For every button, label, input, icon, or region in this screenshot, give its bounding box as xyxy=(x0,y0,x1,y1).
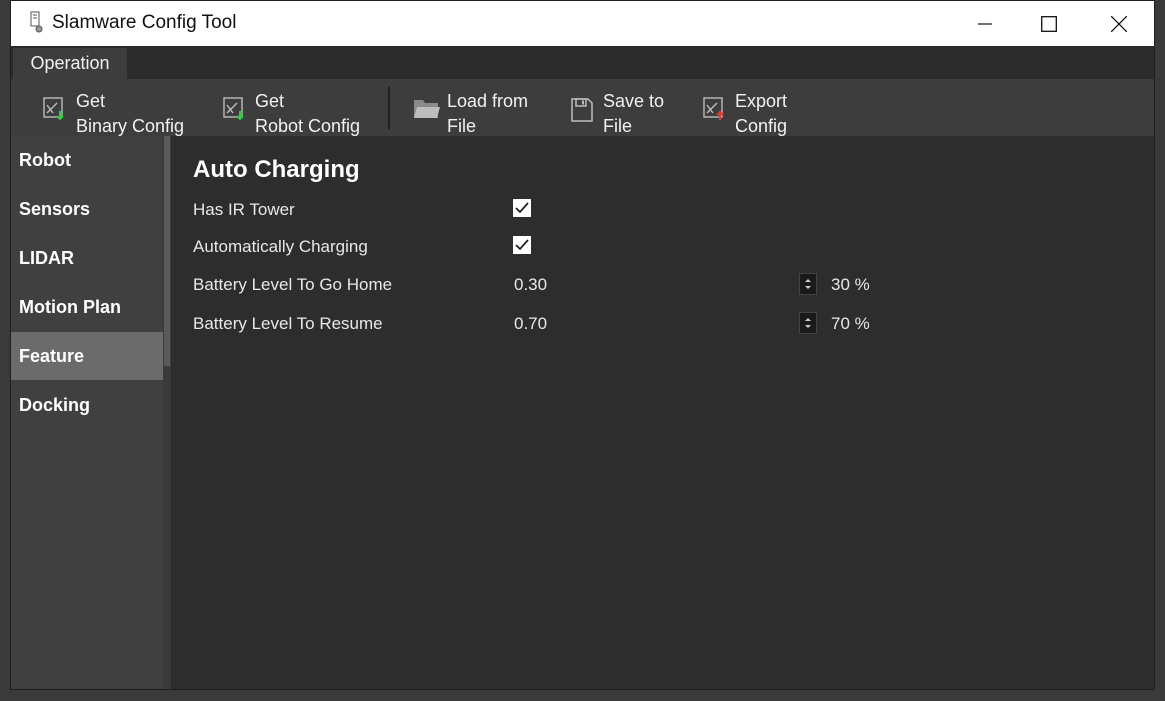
export-config-button[interactable]: Export Config xyxy=(701,79,821,136)
resume-label: Battery Level To Resume xyxy=(193,314,383,333)
resume-value[interactable]: 0.70 xyxy=(514,314,547,334)
sidebar: Robot Sensors LIDAR Motion Plan Feature … xyxy=(11,136,171,689)
toolbar-label: Load from File xyxy=(447,91,529,136)
auto-charging-label: Automatically Charging xyxy=(193,237,368,256)
minimize-button[interactable] xyxy=(962,1,1008,46)
get-binary-config-button[interactable]: Get Binary Config xyxy=(41,79,201,136)
spinner-arrows-icon xyxy=(805,279,811,289)
go-home-spinner[interactable] xyxy=(799,273,817,295)
toolbar-label: Export Config xyxy=(735,91,788,136)
resume-spinner[interactable] xyxy=(799,312,817,334)
has-ir-tower-label: Has IR Tower xyxy=(193,200,295,219)
save-to-file-button[interactable]: Save to File xyxy=(569,79,689,136)
go-home-percent: 30 % xyxy=(831,275,870,294)
section-title: Auto Charging xyxy=(193,156,360,183)
sidebar-scrollbar[interactable] xyxy=(163,136,171,689)
toolbar-separator xyxy=(388,87,390,129)
auto-charging-checkbox[interactable] xyxy=(513,236,531,254)
go-home-value[interactable]: 0.30 xyxy=(514,275,547,295)
checkmark-icon xyxy=(515,239,529,251)
sidebar-item-docking[interactable]: Docking xyxy=(11,381,163,429)
go-home-label: Battery Level To Go Home xyxy=(193,275,393,294)
spinner-arrows-icon xyxy=(805,318,811,328)
resume-percent: 70 % xyxy=(831,314,870,333)
close-button[interactable] xyxy=(1096,1,1142,46)
maximize-button[interactable] xyxy=(1026,1,1072,46)
toolbar-label: Get Robot Config xyxy=(255,91,361,136)
scrollbar-thumb[interactable] xyxy=(164,136,170,366)
title-bar: Slamware Config Tool xyxy=(11,1,1154,46)
content-panel: Auto Charging Has IR Tower Automatically… xyxy=(171,136,1154,689)
menu-operation[interactable]: Operation xyxy=(13,48,127,79)
checkmark-icon xyxy=(515,202,529,214)
window-title: Slamware Config Tool xyxy=(52,12,237,33)
load-from-file-button[interactable]: Load from File xyxy=(413,79,553,136)
sidebar-item-lidar[interactable]: LIDAR xyxy=(11,234,163,282)
sidebar-item-feature[interactable]: Feature xyxy=(11,332,163,380)
has-ir-tower-checkbox[interactable] xyxy=(513,199,531,217)
sidebar-item-robot[interactable]: Robot xyxy=(11,136,163,184)
upload-config-icon xyxy=(703,95,727,126)
sidebar-item-motion-plan[interactable]: Motion Plan xyxy=(11,283,163,331)
close-icon xyxy=(1111,15,1127,32)
download-config-icon xyxy=(223,95,247,126)
toolbar: Get Binary Config Get Robot Config Load … xyxy=(11,79,1154,136)
menu-bar: Operation xyxy=(11,46,1154,79)
folder-icon xyxy=(413,97,441,126)
maximize-icon xyxy=(1041,15,1057,32)
app-icon xyxy=(27,11,45,33)
download-config-icon xyxy=(43,95,67,126)
get-robot-config-button[interactable]: Get Robot Config xyxy=(221,79,371,136)
main-window: Slamware Config Tool Operation Get Binar… xyxy=(10,0,1155,690)
minimize-icon xyxy=(978,22,992,25)
toolbar-label: Get Binary Config xyxy=(76,91,185,136)
sidebar-item-sensors[interactable]: Sensors xyxy=(11,185,163,233)
toolbar-label: Save to File xyxy=(603,91,665,136)
floppy-disk-icon xyxy=(571,98,593,127)
